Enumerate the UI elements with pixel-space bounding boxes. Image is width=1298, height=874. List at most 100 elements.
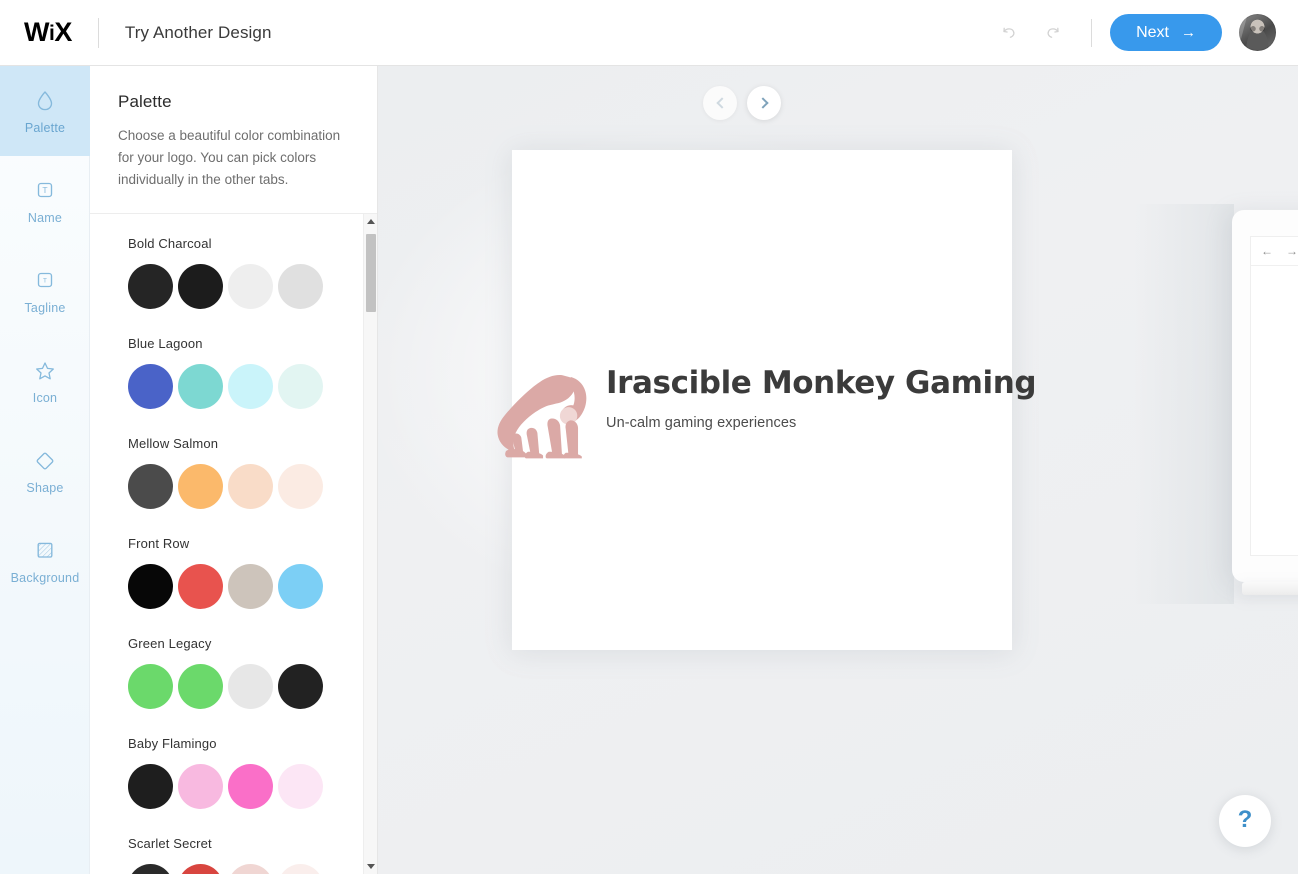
color-swatch[interactable] [278,363,323,409]
palette-group[interactable]: Mellow Salmon [128,436,377,509]
palette-swatch-row [128,563,377,609]
next-design-button[interactable] [747,86,781,120]
palette-name: Blue Lagoon [128,335,203,351]
scroll-down-arrow-button[interactable] [364,858,377,874]
wix-logo-maker-app: WiX Try Another Design Next → Palette T … [0,0,1298,874]
browser-forward-icon[interactable]: → [1286,244,1298,258]
color-swatch[interactable] [178,463,223,509]
palette-group[interactable]: Bold Charcoal [128,236,377,309]
logo-name: Irascible Monkey Gaming [606,365,1037,401]
color-swatch[interactable] [128,263,173,309]
color-swatch[interactable] [278,563,323,609]
color-swatch[interactable] [178,663,223,709]
hatched-square-icon [37,542,53,558]
palette-group[interactable]: Scarlet Secret [128,836,377,874]
browser-mockup: ← → ⟳ [1134,204,1298,640]
chevron-right-icon [756,97,769,109]
logo-lockup: Irascible Monkey Gaming Un-calm gaming e… [492,356,1037,462]
color-swatch[interactable] [178,263,223,309]
color-swatch[interactable] [228,863,273,874]
sidebar-item-tagline[interactable]: T Tagline [0,246,90,336]
avatar[interactable] [1239,14,1276,51]
topbar-actions: Next → [987,11,1298,55]
next-button[interactable]: Next → [1110,14,1222,51]
palette-swatch-row [128,863,377,874]
palette-group[interactable]: Blue Lagoon [128,336,377,409]
help-button[interactable]: ? [1219,795,1271,847]
gorilla-icon [497,375,587,459]
palette-swatch-row [128,463,377,509]
logo-preview-card[interactable]: Irascible Monkey Gaming Un-calm gaming e… [497,150,1037,650]
color-swatch[interactable] [228,563,273,609]
question-mark-icon: ? [1237,806,1253,833]
mockup-base [1242,582,1298,595]
sidebar-item-label: Shape [26,480,64,495]
page-title: Palette [118,92,172,111]
redo-button[interactable] [1031,11,1075,55]
logo-text-block: Irascible Monkey Gaming Un-calm gaming e… [606,356,1037,432]
panel-header: Palette Choose a beautiful color combina… [90,66,377,214]
palette-swatch-row [128,363,377,409]
try-another-design-link[interactable]: Try Another Design [125,23,272,43]
scrollbar-thumb[interactable] [366,233,376,312]
color-swatch[interactable] [228,263,273,309]
design-navigation [703,86,781,120]
color-swatch[interactable] [228,663,273,709]
palette-scroll-area: Bold Charcoal Blue Lagoon Mellow Salmon Fro… [90,213,377,874]
undo-button[interactable] [987,11,1031,55]
redo-arrow-icon [1047,27,1059,38]
sidebar-item-name[interactable]: T Name [0,156,90,246]
palette-group[interactable]: Baby Flamingo [128,736,377,809]
color-swatch[interactable] [128,563,173,609]
palette-group[interactable]: Front Row [128,536,377,609]
color-swatch[interactable] [128,763,173,809]
color-swatch[interactable] [278,763,323,809]
palette-group[interactable]: Green Legacy [128,636,377,709]
color-swatch[interactable] [278,663,323,709]
sidebar-item-label: Tagline [24,300,66,315]
color-swatch[interactable] [128,363,173,409]
color-swatch[interactable] [278,863,323,874]
palette-name: Baby Flamingo [128,735,217,751]
sidebar-item-shape[interactable]: Shape [0,426,90,516]
droplet-icon [37,90,53,110]
sidebar-item-background[interactable]: Background [0,516,90,606]
color-swatch[interactable] [228,363,273,409]
mockup-body: ← → ⟳ [1232,210,1298,582]
mockup-page [1251,265,1298,555]
color-swatch[interactable] [228,463,273,509]
chevron-left-icon [715,97,728,109]
color-swatch[interactable] [128,663,173,709]
color-swatch[interactable] [278,263,323,309]
color-swatch[interactable] [178,763,223,809]
sidebar-item-label: Icon [32,390,58,405]
color-swatch[interactable] [278,463,323,509]
color-swatch[interactable] [178,863,223,874]
color-swatch[interactable] [128,463,173,509]
sidebar-item-icon[interactable]: Icon [0,336,90,426]
next-button-label: Next [1136,23,1169,41]
preview-canvas: Irascible Monkey Gaming Un-calm gaming e… [378,66,1298,874]
mockup-shadow [1134,204,1234,604]
palette-swatch-row [128,763,377,809]
topbar-divider [97,17,99,48]
scroll-up-arrow-button[interactable] [364,214,377,230]
color-swatch[interactable] [228,763,273,809]
color-swatch[interactable] [128,863,173,874]
arrow-right-icon: → [1181,24,1196,41]
previous-design-button[interactable] [703,86,737,120]
wix-brand-logo[interactable]: WiX [24,19,72,46]
mockup-browser-bar: ← → ⟳ [1251,237,1298,265]
sidebar-item-label: Background [10,570,80,585]
topbar-divider-2 [1091,18,1093,47]
logo-tagline: Un-calm gaming experiences [606,415,797,431]
mockup-screen: ← → ⟳ [1250,236,1298,556]
svg-text:T: T [42,185,47,195]
palette-swatch-row [128,263,377,309]
browser-back-icon[interactable]: ← [1261,244,1273,258]
panel-scrollbar[interactable] [363,213,377,874]
sidebar-item-palette[interactable]: Palette [0,66,90,156]
color-swatch[interactable] [178,363,223,409]
color-swatch[interactable] [178,563,223,609]
palette-list: Bold Charcoal Blue Lagoon Mellow Salmon Fro… [90,236,377,874]
